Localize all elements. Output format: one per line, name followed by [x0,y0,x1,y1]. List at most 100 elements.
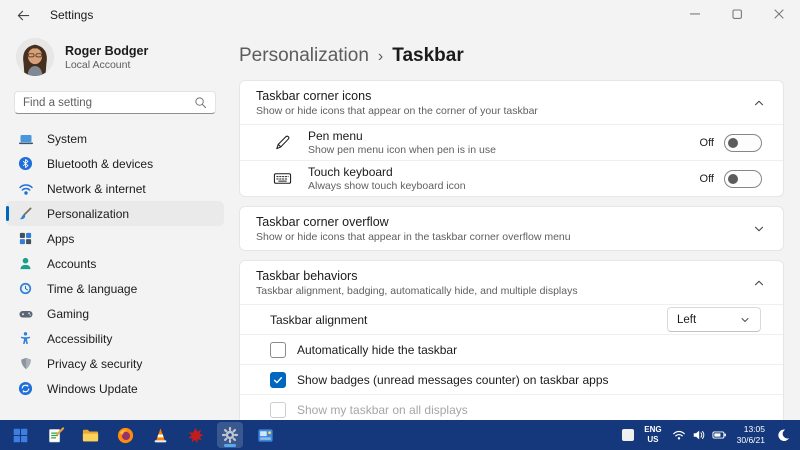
taskbar-app-red-app[interactable] [182,422,208,448]
settings-cards: Taskbar corner icons Show or hide icons … [230,80,800,420]
touch-keyboard-toggle[interactable] [724,170,762,188]
sidebar-item-label: Personalization [47,207,129,221]
chevron-down-icon [752,222,766,236]
sidebar-item-label: System [47,132,87,146]
search-input[interactable] [23,97,194,109]
setting-description: Always show touch keyboard icon [308,180,685,192]
sidebar-nav: System Bluetooth & devices Network & int… [0,122,230,405]
clock[interactable]: 13:05 30/6/21 [737,424,765,445]
pen-menu-toggle[interactable] [724,134,762,152]
windows-taskbar: ENG US 13:05 30/6/21 [0,420,800,450]
card-taskbar-corner-overflow: Taskbar corner overflow Show or hide ico… [239,206,784,251]
back-button[interactable] [13,5,33,25]
breadcrumb-parent[interactable]: Personalization [239,45,369,67]
sidebar-item-label: Accounts [47,257,96,271]
taskbar-app-file-explorer[interactable] [77,422,103,448]
start-button[interactable] [7,422,33,448]
section-subtitle: Show or hide icons that appear in the ta… [256,231,752,243]
taskbar-app-settings[interactable] [217,422,243,448]
sidebar-item-privacy[interactable]: Privacy & security [6,351,224,376]
setting-title: Touch keyboard [308,165,685,179]
card-taskbar-behaviors: Taskbar behaviors Taskbar alignment, bad… [239,260,784,420]
sidebar: Roger Bodger Local Account System Blueto… [0,30,230,420]
section-subtitle: Show or hide icons that appear on the co… [256,105,752,117]
system-icon [17,131,34,147]
sidebar-item-label: Gaming [47,307,89,321]
setting-row-auto-hide: Automatically hide the taskbar [240,334,783,364]
sidebar-item-system[interactable]: System [6,126,224,151]
breadcrumb: Personalization › Taskbar [230,30,800,80]
sidebar-item-apps[interactable]: Apps [6,226,224,251]
sidebar-item-windows-update[interactable]: Windows Update [6,376,224,401]
dropdown-value: Left [677,314,696,326]
sidebar-item-label: Bluetooth & devices [47,157,153,171]
tray-status-icons[interactable] [672,428,727,442]
setting-row-all-displays: Show my taskbar on all displays [240,394,783,420]
taskbar-app-text-editor[interactable] [42,422,68,448]
focus-assist-moon-icon[interactable] [776,428,790,442]
sidebar-item-accounts[interactable]: Accounts [6,251,224,276]
expander-taskbar-corner-overflow[interactable]: Taskbar corner overflow Show or hide ico… [240,207,783,250]
taskbar-app-vlc[interactable] [147,422,173,448]
time-language-icon [17,281,34,297]
sidebar-item-time-language[interactable]: Time & language [6,276,224,301]
maximize-button[interactable] [716,0,758,28]
battery-icon [712,428,727,442]
show-badges-checkbox[interactable] [270,372,286,388]
minimize-button[interactable] [674,0,716,28]
window-controls [674,0,800,28]
sidebar-item-label: Privacy & security [47,357,142,371]
apps-icon [17,231,34,247]
speaker-icon [692,428,706,442]
setting-row-pen-menu: Pen menu Show pen menu icon when pen is … [240,124,783,160]
keyboard-icon [273,169,293,188]
card-taskbar-corner-icons: Taskbar corner icons Show or hide icons … [239,80,784,197]
expander-taskbar-corner-icons[interactable]: Taskbar corner icons Show or hide icons … [240,81,783,124]
page-title: Taskbar [392,45,463,67]
file-explorer-icon [81,426,100,445]
avatar [16,38,54,76]
vlc-icon [151,426,170,445]
taskbar-alignment-dropdown[interactable]: Left [667,307,761,332]
gaming-icon [17,306,34,322]
user-name: Roger Bodger [65,44,148,58]
sidebar-item-gaming[interactable]: Gaming [6,301,224,326]
close-icon [771,6,787,22]
sidebar-item-bluetooth[interactable]: Bluetooth & devices [6,151,224,176]
auto-hide-checkbox[interactable] [270,342,286,358]
sidebar-item-accessibility[interactable]: Accessibility [6,326,224,351]
all-displays-checkbox [270,402,286,418]
sidebar-item-network[interactable]: Network & internet [6,176,224,201]
section-title: Taskbar corner icons [256,89,752,103]
breadcrumb-separator-icon: › [378,48,383,66]
main-content: Personalization › Taskbar Taskbar corner… [230,30,800,420]
taskbar-app-firefox[interactable] [112,422,138,448]
expander-taskbar-behaviors[interactable]: Taskbar behaviors Taskbar alignment, bad… [240,261,783,304]
wifi-icon [672,428,686,442]
titlebar: Settings [0,0,800,30]
settings-gear-icon [221,426,239,444]
language-line1: ENG [644,425,661,435]
setting-title: Taskbar alignment [270,313,667,327]
close-button[interactable] [758,0,800,28]
clock-time: 13:05 [737,424,765,435]
sidebar-item-label: Apps [47,232,74,246]
taskbar-app-media-app[interactable] [252,422,278,448]
accounts-icon [17,256,34,272]
clock-date: 30/6/21 [737,435,765,446]
user-account[interactable]: Roger Bodger Local Account [0,30,230,78]
taskbar-apps [7,422,278,448]
setting-title: Pen menu [308,129,685,143]
windows-start-icon [12,427,29,444]
text-editor-icon [46,426,65,445]
section-subtitle: Taskbar alignment, badging, automaticall… [256,285,752,297]
window-title: Settings [50,8,93,22]
tray-app-icon[interactable] [622,429,634,441]
firefox-icon [116,426,135,445]
language-indicator[interactable]: ENG US [644,425,661,444]
language-line2: US [644,435,661,445]
sidebar-item-personalization[interactable]: Personalization [6,201,224,226]
search-icon [194,96,207,109]
user-account-type: Local Account [65,59,148,71]
bluetooth-icon [17,156,34,172]
